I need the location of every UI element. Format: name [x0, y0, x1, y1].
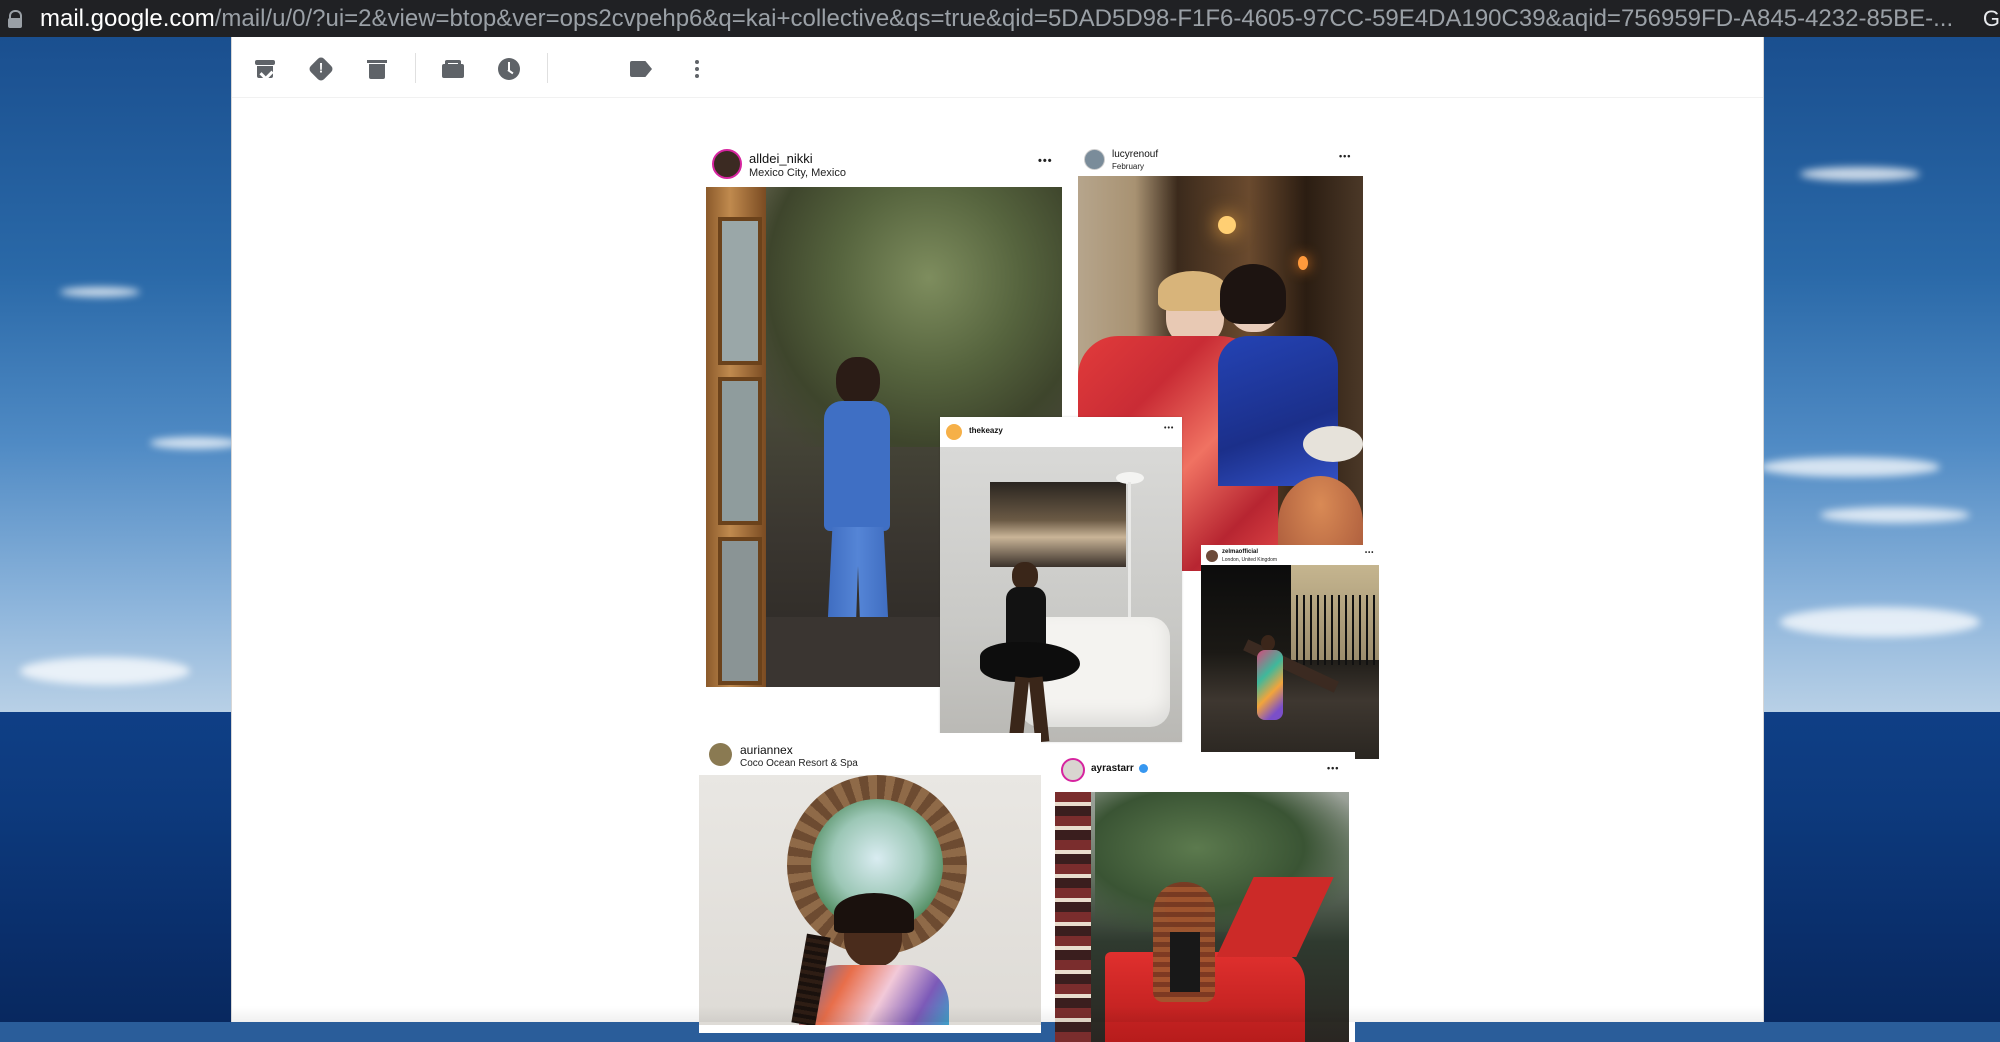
avatar: [1206, 550, 1218, 562]
post-photo: [699, 775, 1041, 1025]
post-more-icon: •••: [1327, 763, 1340, 773]
avatar: [712, 149, 742, 179]
post-username: zelmaofficial: [1222, 549, 1259, 555]
post-photo: [940, 447, 1182, 742]
avatar: [946, 424, 962, 440]
instagram-post-zelma: zelmaofficial London, United Kingdom •••: [1201, 545, 1379, 759]
post-location: February: [1112, 162, 1145, 171]
url-host: mail.google.com: [40, 4, 215, 32]
post-more-icon: •••: [1038, 155, 1053, 167]
google-icon: G: [1982, 6, 2000, 31]
avatar: [709, 743, 732, 766]
post-more-icon: •••: [1339, 151, 1352, 161]
post-photo: [1201, 565, 1379, 759]
avatar: [1084, 149, 1105, 170]
post-username: auriannex: [740, 743, 793, 757]
email-body-collage: alldei_nikki Mexico City, Mexico ••• luc…: [232, 37, 1763, 1042]
post-username: lucyrenouf: [1112, 149, 1159, 160]
instagram-post-ayra: ayrastarr •••: [1055, 752, 1355, 1042]
post-username: thekeazy: [969, 426, 1003, 435]
post-location: Mexico City, Mexico: [749, 167, 846, 179]
avatar: [1061, 758, 1085, 782]
verified-badge-icon: [1138, 763, 1148, 773]
post-location: Coco Ocean Resort & Spa: [740, 758, 858, 769]
post-username: alldei_nikki: [749, 151, 813, 166]
lock-icon: [8, 9, 22, 28]
instagram-post-thekeazy: thekeazy •••: [940, 417, 1182, 742]
post-location: London, United Kingdom: [1222, 557, 1278, 563]
scroll-fade: [232, 1006, 1763, 1022]
post-more-icon: •••: [1164, 425, 1175, 432]
gmail-message-panel: ! alldei_nikki Mexico City, Mexico ••• l…: [231, 37, 1764, 1042]
url-path: /mail/u/0/?ui=2&view=btop&ver=ops2cvpehp…: [214, 4, 1954, 32]
post-photo: [1055, 792, 1349, 1042]
browser-url-bar[interactable]: mail.google.com/mail/u/0/?ui=2&view=btop…: [0, 0, 2000, 37]
post-more-icon: •••: [1365, 550, 1375, 556]
post-username: ayrastarr: [1091, 763, 1148, 774]
instagram-post-aurian: auriannex Coco Ocean Resort & Spa: [699, 733, 1041, 1033]
